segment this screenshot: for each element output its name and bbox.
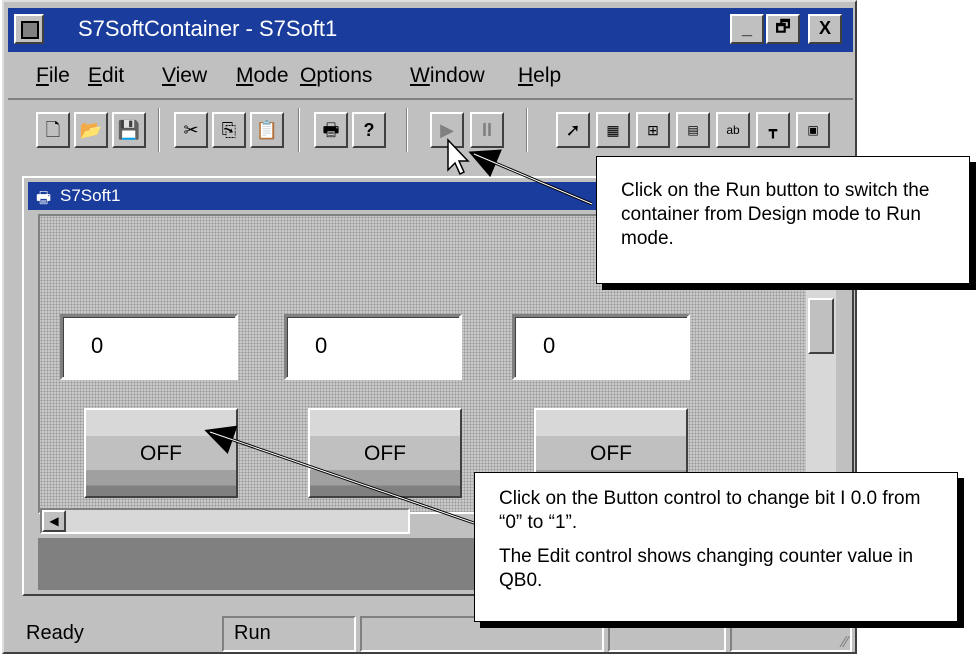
edit-control[interactable]: 0: [284, 314, 462, 380]
minimize-button[interactable]: _: [730, 14, 764, 44]
resize-grip-icon[interactable]: ⁄⁄: [843, 634, 848, 652]
pause-icon[interactable]: II: [470, 112, 504, 148]
horizontal-scrollbar[interactable]: ◀: [40, 508, 410, 534]
tool2-icon[interactable]: ▣: [796, 112, 830, 148]
toolbar-separator: [158, 108, 160, 152]
menu-window[interactable]: Window: [410, 64, 485, 88]
edit-control[interactable]: 0: [512, 314, 690, 380]
edit-value: 0: [315, 333, 328, 358]
restore-button[interactable]: 🗗: [766, 14, 800, 44]
status-ready: Ready: [4, 616, 222, 652]
print-icon[interactable]: 🖶: [314, 112, 348, 148]
child-window-title: S7Soft1: [60, 186, 121, 205]
toolbar-separator: [406, 108, 408, 152]
tool-icon[interactable]: ┳: [756, 112, 790, 148]
title-bar[interactable]: S7SoftContainer - S7Soft1 _ 🗗 X: [8, 8, 853, 52]
pointer-icon[interactable]: ➚: [556, 112, 590, 148]
status-mode: Run: [222, 616, 356, 652]
button-callout: Click on the Button control to change bi…: [474, 472, 958, 622]
scroll-left-icon[interactable]: ◀: [42, 510, 66, 532]
menu-file[interactable]: File: [36, 64, 70, 88]
off-icon[interactable]: ▤: [676, 112, 710, 148]
control-icon[interactable]: ▦: [596, 112, 630, 148]
menu-help[interactable]: Help: [518, 64, 561, 88]
toolbar-separator: [526, 108, 528, 152]
run-callout: Click on the Run button to switch the co…: [596, 156, 970, 284]
off-button[interactable]: OFF: [84, 408, 238, 498]
menu-bar: File Edit View Mode Options Window Help: [8, 56, 853, 94]
toolbar-separator: [298, 108, 300, 152]
open-icon[interactable]: 📂: [74, 112, 108, 148]
edit-value: 0: [91, 333, 104, 358]
app-icon[interactable]: [14, 14, 44, 44]
abc-icon[interactable]: ab: [716, 112, 750, 148]
button-callout-line1: Click on the Button control to change bi…: [499, 488, 921, 533]
document-icon: 🖶: [36, 190, 52, 207]
config-icon[interactable]: ⊞: [636, 112, 670, 148]
new-icon[interactable]: 🗋: [36, 112, 70, 148]
off-button-label: OFF: [364, 442, 406, 465]
menu-edit[interactable]: Edit: [88, 64, 124, 88]
save-icon[interactable]: 💾: [112, 112, 146, 148]
status-mode-text: Run: [234, 622, 271, 644]
edit-control[interactable]: 0: [60, 314, 238, 380]
off-button-label: OFF: [590, 442, 632, 465]
close-button[interactable]: X: [808, 14, 842, 44]
run-icon[interactable]: ▶: [430, 112, 464, 148]
paste-icon[interactable]: 📋: [250, 112, 284, 148]
menu-view[interactable]: View: [162, 64, 207, 88]
toolbar: 🗋 📂 💾 ✂ ⎘ 📋 🖶 ? ▶ II ➚ ▦ ⊞ ▤ ab ┳ ▣: [8, 98, 853, 160]
button-callout-line2: The Edit control shows changing counter …: [499, 546, 914, 591]
status-ready-text: Ready: [26, 622, 84, 644]
menu-mode[interactable]: Mode: [236, 64, 289, 88]
cut-icon[interactable]: ✂: [174, 112, 208, 148]
menu-options[interactable]: Options: [300, 64, 372, 88]
edit-value: 0: [543, 333, 556, 358]
copy-icon[interactable]: ⎘: [212, 112, 246, 148]
off-button[interactable]: OFF: [308, 408, 462, 498]
help-icon[interactable]: ?: [352, 112, 386, 148]
off-button-label: OFF: [140, 442, 182, 465]
vertical-scroll-thumb[interactable]: [808, 298, 834, 354]
window-title: S7SoftContainer - S7Soft1: [78, 16, 338, 41]
